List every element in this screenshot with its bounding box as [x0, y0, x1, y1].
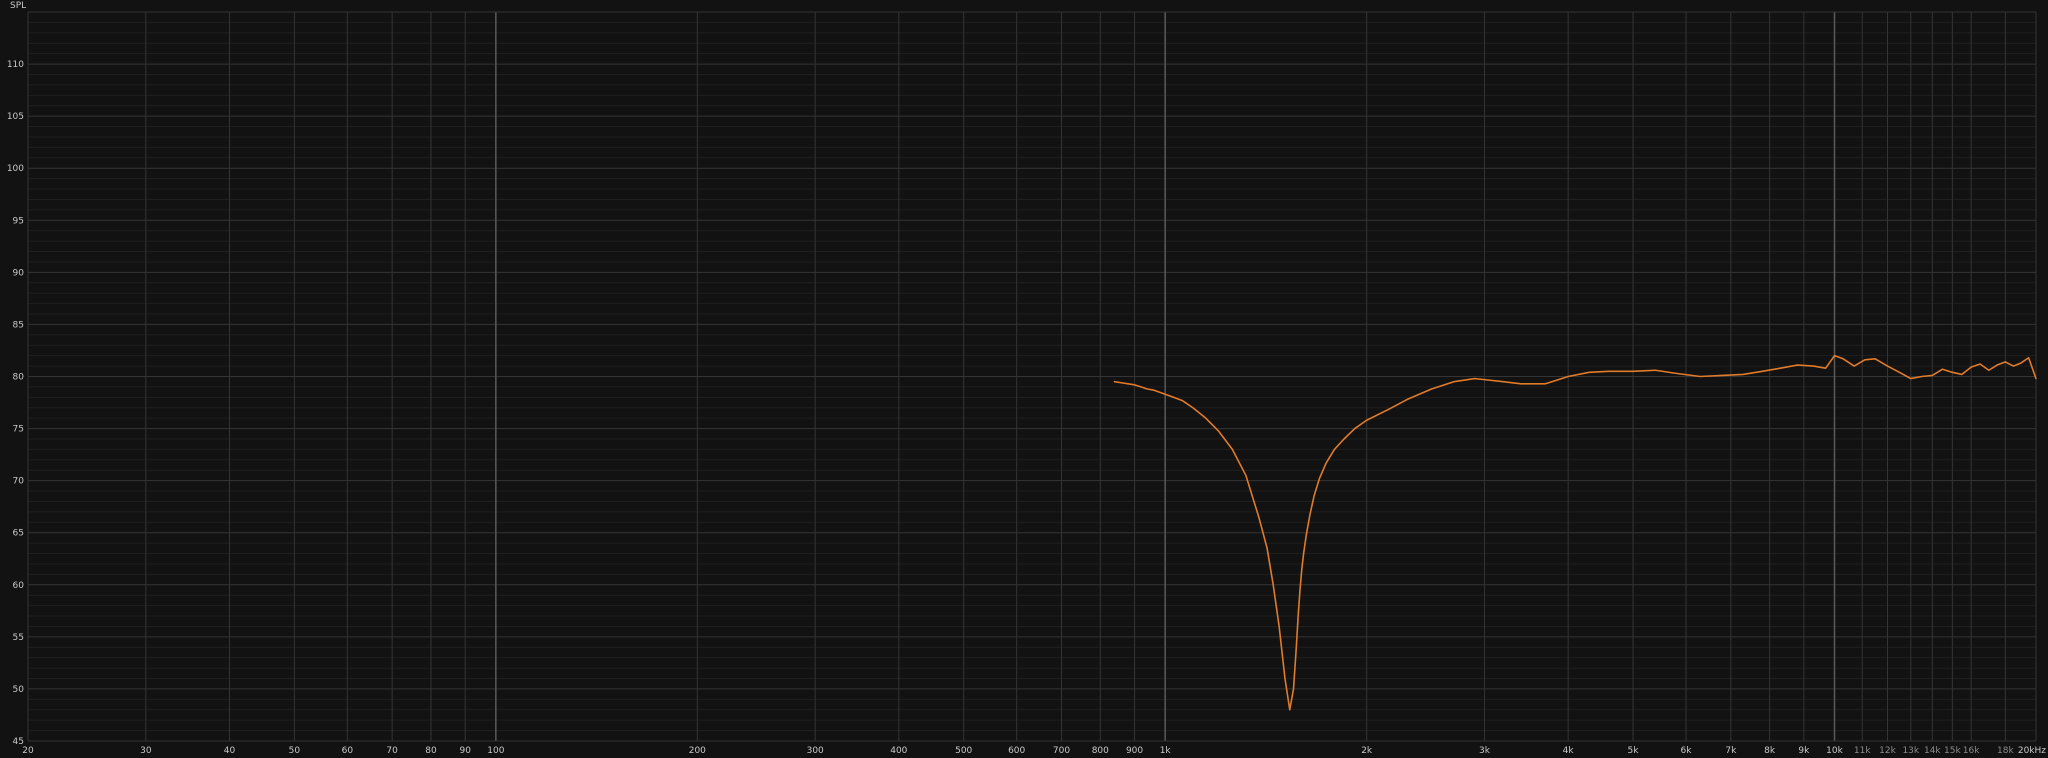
- x-tick-label: 8k: [1764, 746, 1776, 756]
- x-tick-label: 5k: [1628, 746, 1640, 756]
- y-tick-label: 95: [13, 216, 24, 226]
- x-tick-label: 900: [1126, 746, 1143, 756]
- x-tick-label: 800: [1092, 746, 1109, 756]
- y-tick-label: 105: [7, 112, 24, 122]
- y-tick-label: 75: [13, 425, 24, 435]
- y-axis-title: SPL: [10, 1, 26, 11]
- x-tick-label: 30: [140, 746, 152, 756]
- x-tick-label: 200: [689, 746, 706, 756]
- x-tick-label: 40: [224, 746, 236, 756]
- x-tick-label: 300: [807, 746, 824, 756]
- x-tick-label: 400: [890, 746, 907, 756]
- y-tick-label: 70: [13, 477, 25, 487]
- x-tick-label: 1k: [1160, 746, 1172, 756]
- x-tick-label: 13k: [1902, 746, 1919, 756]
- x-tick-label: 50: [289, 746, 301, 756]
- x-tick-label: 11k: [1854, 746, 1871, 756]
- y-tick-label: 100: [7, 164, 24, 174]
- x-tick-label: 6k: [1681, 746, 1693, 756]
- x-tick-label: 70: [386, 746, 398, 756]
- x-tick-label: 600: [1008, 746, 1025, 756]
- y-tick-label: 55: [13, 633, 24, 643]
- x-tick-label: 90: [459, 746, 471, 756]
- x-tick-label: 20: [22, 746, 34, 756]
- x-tick-label: 16k: [1963, 746, 1980, 756]
- x-tick-label: 60: [342, 746, 354, 756]
- y-tick-label: 110: [7, 60, 24, 70]
- x-tick-label: 10k: [1826, 746, 1843, 756]
- plot-background: [0, 0, 2048, 758]
- x-tick-label: 100: [487, 746, 504, 756]
- x-tick-label: 18k: [1997, 746, 2014, 756]
- y-tick-label: 60: [13, 581, 25, 591]
- y-tick-label: 80: [13, 373, 25, 383]
- x-tick-label: 700: [1053, 746, 1070, 756]
- x-tick-label: 9k: [1798, 746, 1810, 756]
- y-tick-label: 85: [13, 320, 24, 330]
- y-tick-label: 90: [13, 268, 25, 278]
- x-tick-label: 12k: [1879, 746, 1896, 756]
- x-tick-label: 14k: [1924, 746, 1941, 756]
- y-tick-label: 65: [13, 529, 24, 539]
- x-tick-label: 80: [425, 746, 437, 756]
- x-tick-label: 500: [955, 746, 972, 756]
- x-tick-label: 2k: [1361, 746, 1373, 756]
- frequency-response-chart: 4550556065707580859095100105110 20 30 40 50…: [0, 0, 2048, 758]
- x-tick-label: 15k: [1944, 746, 1961, 756]
- x-tick-label: 3k: [1479, 746, 1491, 756]
- y-tick-label: 50: [13, 685, 25, 695]
- x-tick-label: 20kHz: [2018, 746, 2046, 756]
- x-tick-label: 7k: [1725, 746, 1737, 756]
- x-tick-label: 4k: [1563, 746, 1575, 756]
